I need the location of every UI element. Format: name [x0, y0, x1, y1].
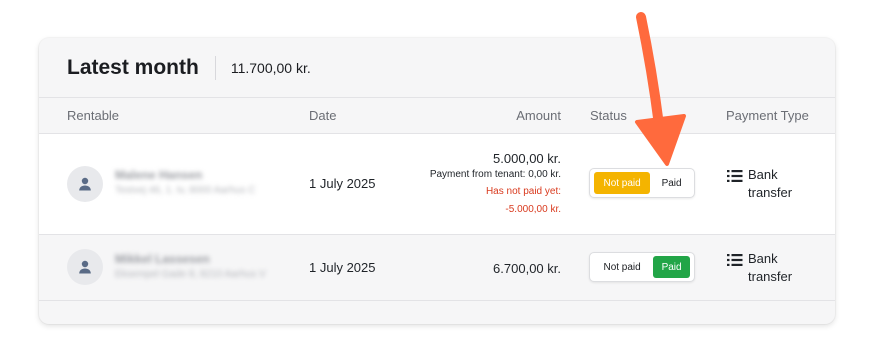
month-total: 11.700,00 kr. — [230, 59, 311, 76]
column-header-date: Date — [309, 108, 337, 123]
column-header-payment-type: Payment Type — [726, 108, 809, 123]
column-header-amount: Amount — [516, 108, 561, 123]
payment-from-tenant: Payment from tenant: 0,00 kr. — [429, 169, 561, 180]
card-title: Latest month — [67, 55, 199, 79]
card-header: Latest month 11.700,00 kr. — [39, 38, 835, 98]
table-row: Mikkel Lassesen Eksempel Gade 8, 8210 Aa… — [39, 235, 835, 301]
paid-button[interactable]: Paid — [653, 172, 690, 194]
amount-value: 6.700,00 kr. — [493, 261, 561, 276]
table-row: Malene Hansen Testvej 46, 1. tv, 8000 Aa… — [39, 134, 835, 235]
not-paid-button[interactable]: Not paid — [594, 256, 650, 278]
person-icon — [79, 177, 91, 191]
has-not-paid-amount: -5.000,00 kr. — [505, 204, 561, 215]
avatar — [67, 249, 103, 285]
table-header: Rentable Date Amount Status Payment Type — [39, 98, 835, 134]
status-toggle: Not paid Paid — [589, 168, 695, 198]
list-icon — [727, 254, 743, 266]
amount-cell: 5.000,00 kr. Payment from tenant: 0,00 k… — [430, 150, 561, 219]
payment-type-label: Bank transfer — [748, 167, 793, 200]
status-toggle: Not paid Paid — [589, 252, 695, 282]
row-date: 1 July 2025 — [309, 176, 376, 191]
payment-type-cell: Bank transfer — [727, 166, 808, 202]
column-header-status: Status — [590, 108, 627, 123]
header-divider — [214, 55, 216, 80]
tenant-name[interactable]: Mikkel Lassesen — [115, 252, 210, 266]
rentable-address: Eksempel Gade 8, 8210 Aarhus V — [115, 269, 266, 280]
row-date: 1 July 2025 — [309, 260, 376, 275]
not-paid-button[interactable]: Not paid — [594, 172, 651, 194]
latest-month-card: Latest month 11.700,00 kr. Rentable Date… — [39, 38, 835, 324]
list-icon — [727, 170, 743, 182]
person-icon — [79, 260, 91, 274]
payment-type-cell: Bank transfer — [727, 250, 808, 286]
has-not-paid-label: Has not paid yet: — [485, 186, 561, 197]
amount-cell: 6.700,00 kr. — [493, 260, 561, 277]
column-header-rentable: Rentable — [67, 108, 120, 123]
tenant-name[interactable]: Malene Hansen — [115, 168, 202, 182]
payment-type-label: Bank transfer — [748, 251, 793, 284]
rentable-address: Testvej 46, 1. tv, 8000 Aarhus C — [115, 185, 256, 196]
paid-button[interactable]: Paid — [653, 256, 690, 278]
amount-value: 5.000,00 kr. — [493, 151, 561, 166]
avatar — [67, 166, 103, 202]
